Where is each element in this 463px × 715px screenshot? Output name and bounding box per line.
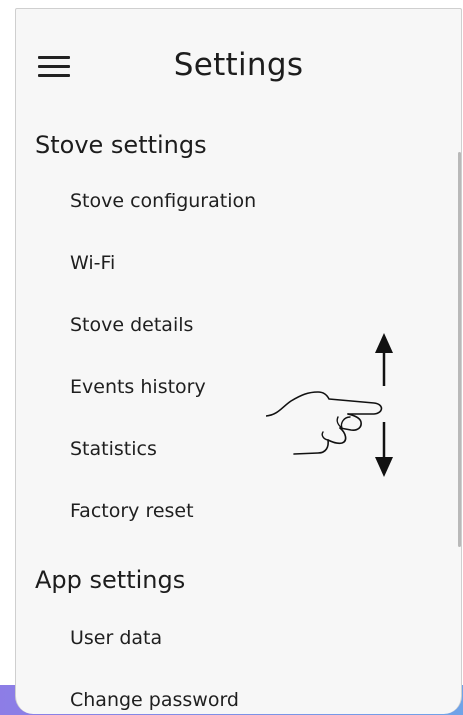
settings-item-user-data[interactable]: User data xyxy=(70,627,162,649)
settings-screen: Settings Stove settings Stove configurat… xyxy=(15,8,462,714)
settings-item-change-password[interactable]: Change password xyxy=(70,689,239,711)
settings-item-factory-reset[interactable]: Factory reset xyxy=(70,500,194,522)
settings-item-statistics[interactable]: Statistics xyxy=(70,438,157,460)
section-header-app-settings: App settings xyxy=(35,566,186,594)
swipe-up-down-hand-icon xyxy=(265,329,406,483)
settings-item-stove-configuration[interactable]: Stove configuration xyxy=(70,190,256,212)
settings-item-events-history[interactable]: Events history xyxy=(70,376,206,398)
settings-item-wifi[interactable]: Wi-Fi xyxy=(70,252,115,274)
settings-item-stove-details[interactable]: Stove details xyxy=(70,314,193,336)
page-title: Settings xyxy=(173,47,304,83)
scrollbar[interactable] xyxy=(458,152,461,547)
section-header-stove-settings: Stove settings xyxy=(35,131,207,159)
